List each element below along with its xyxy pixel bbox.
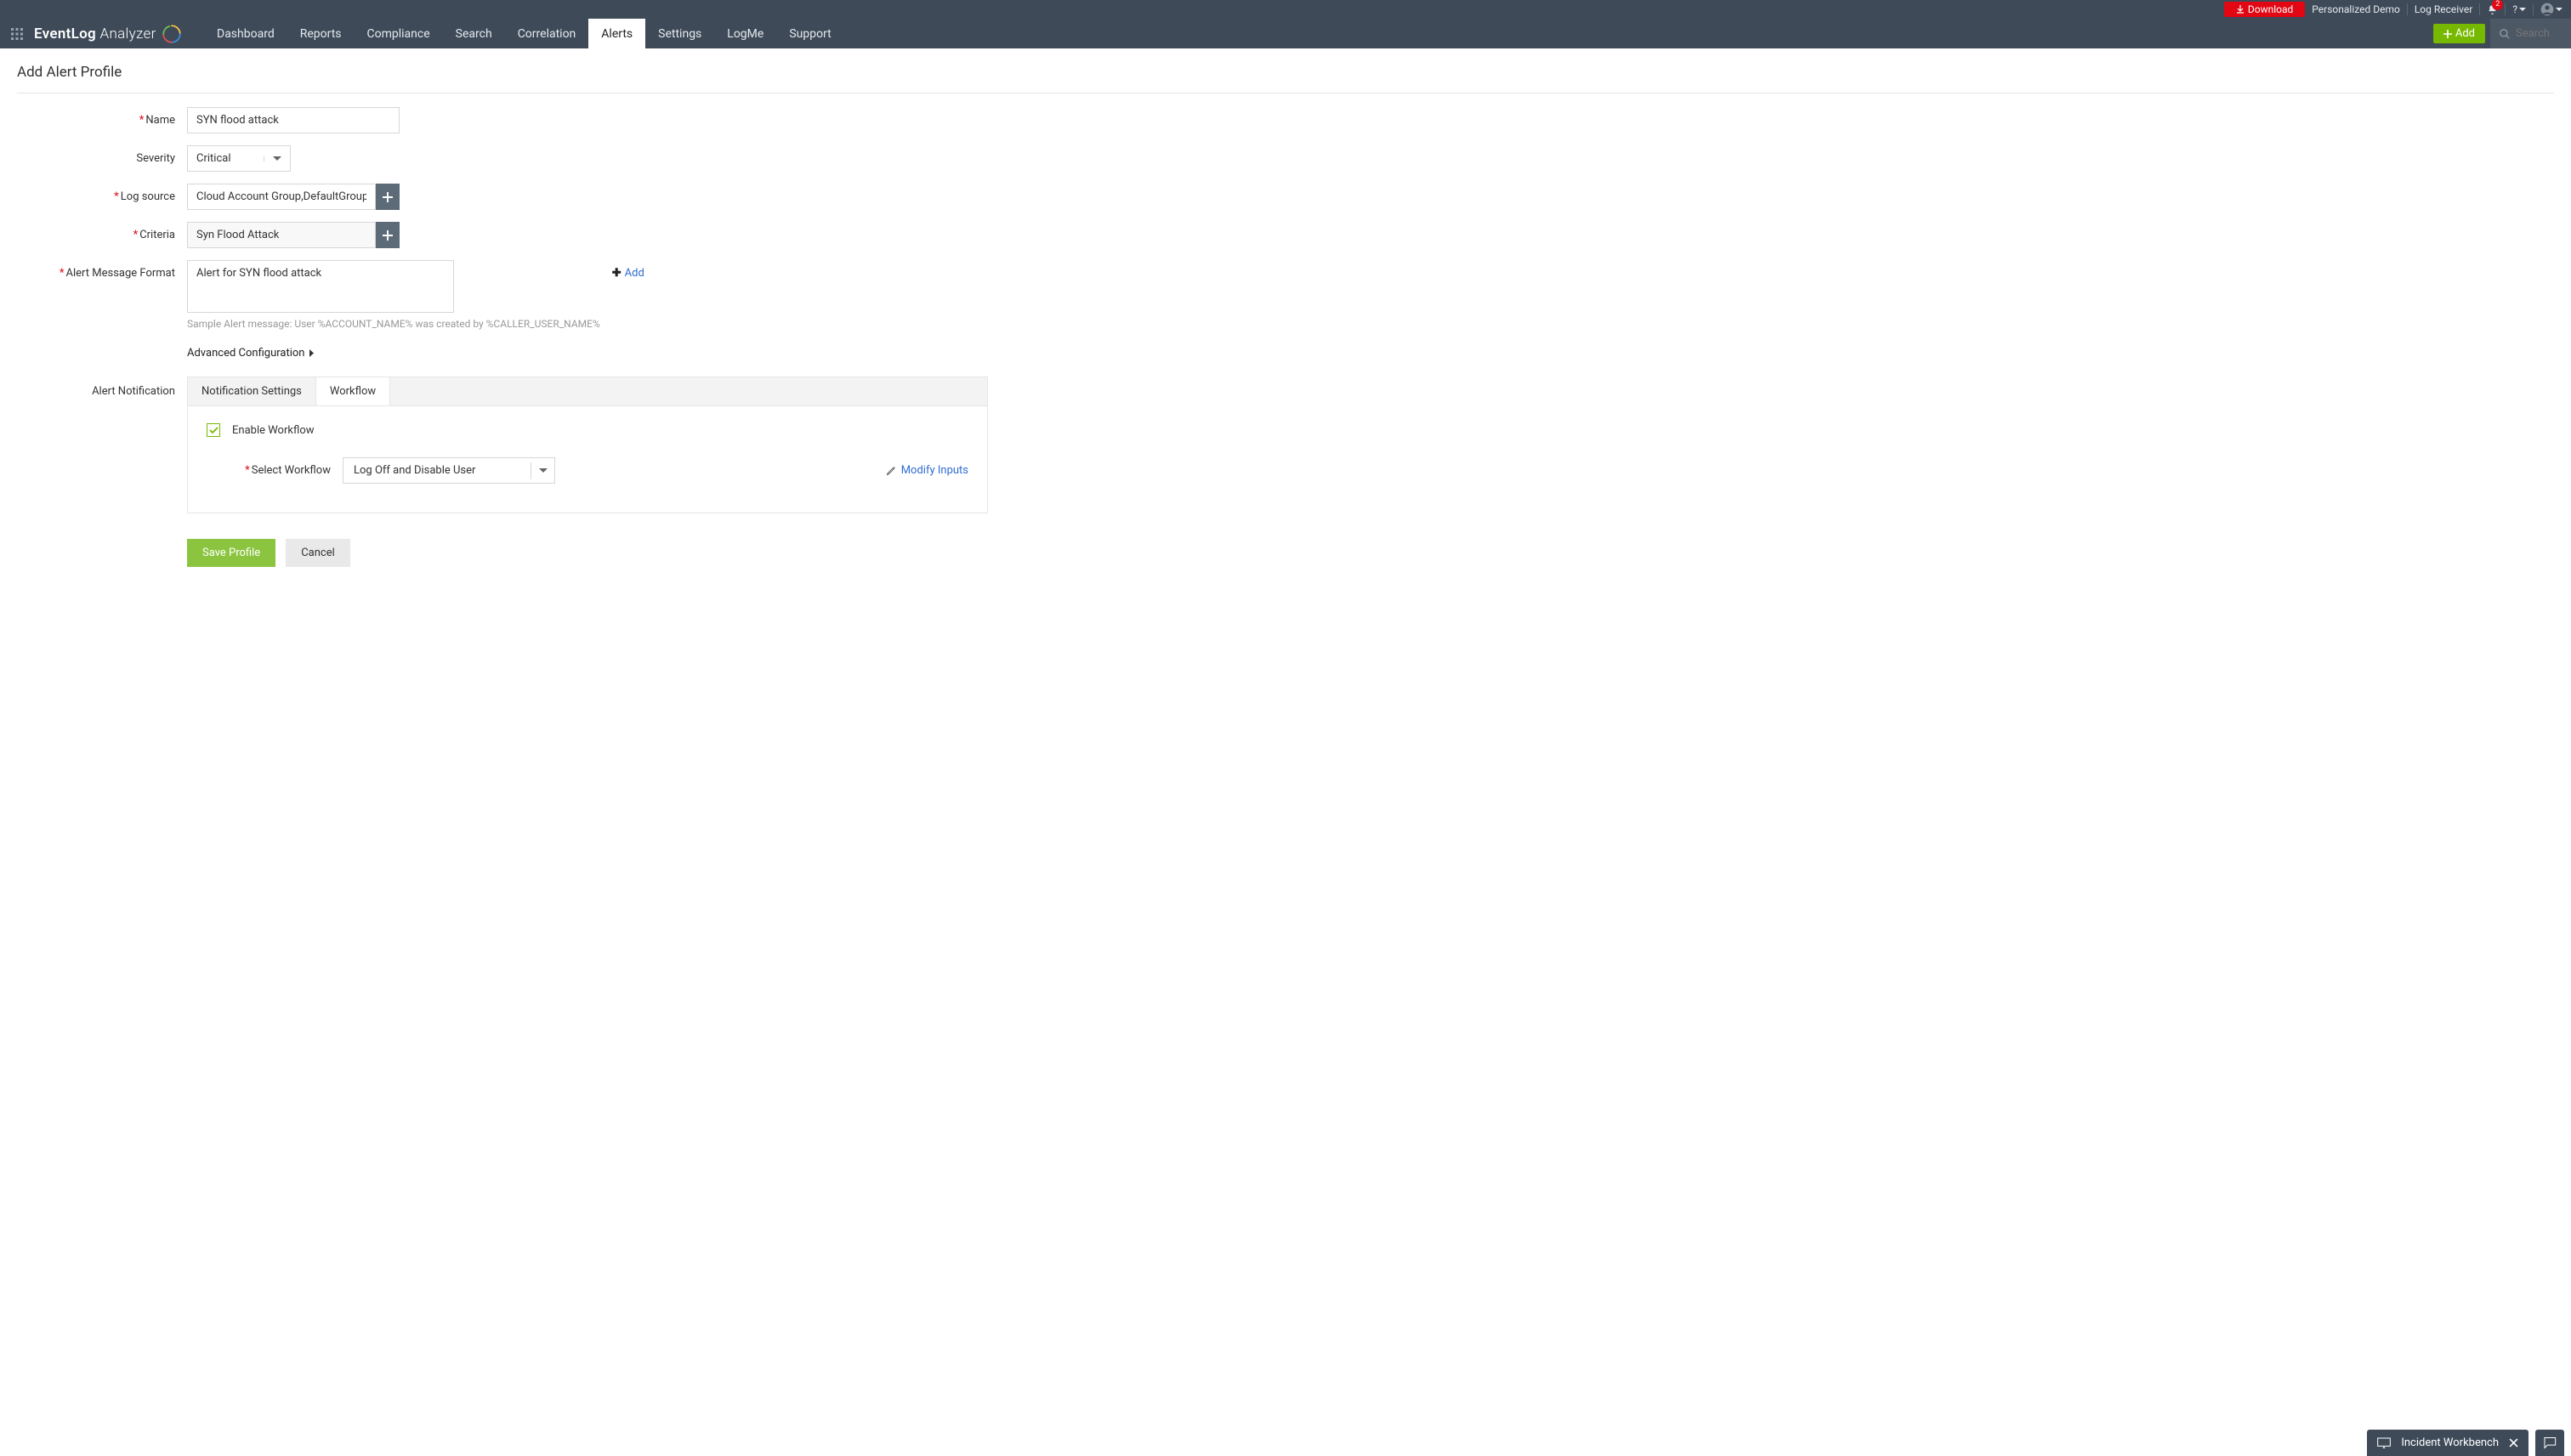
global-search[interactable]: [2490, 19, 2571, 48]
criteria-add-button[interactable]: [376, 222, 400, 248]
msgfmt-textarea[interactable]: [187, 260, 454, 313]
chevron-down-icon: [264, 156, 281, 161]
severity-label: Severity: [17, 145, 187, 165]
notifications-badge: 2: [2492, 0, 2503, 10]
download-button[interactable]: Download: [2224, 2, 2305, 17]
chevron-down-icon: [531, 462, 554, 479]
page-title: Add Alert Profile: [17, 64, 2554, 93]
nav-tab-search[interactable]: Search: [443, 19, 505, 48]
select-workflow-label: *Select Workflow: [207, 464, 343, 477]
separator: [2533, 3, 2534, 15]
download-label: Download: [2248, 3, 2293, 15]
chat-button[interactable]: [2535, 1430, 2564, 1456]
personalized-demo-link[interactable]: Personalized Demo: [2312, 3, 2400, 15]
severity-select[interactable]: Critical: [187, 145, 291, 172]
workbench-bar-container: Incident Workbench: [2367, 1430, 2564, 1456]
help-menu[interactable]: ?: [2512, 3, 2526, 15]
select-workflow-dropdown[interactable]: Log Off and Disable User: [343, 457, 555, 484]
advanced-config-label: Advanced Configuration: [187, 347, 304, 360]
nav-tab-correlation[interactable]: Correlation: [505, 19, 589, 48]
incident-workbench-label: Incident Workbench: [2401, 1436, 2499, 1449]
cancel-button[interactable]: Cancel: [286, 539, 350, 567]
plus-icon: [2443, 30, 2452, 38]
msgfmt-add-link[interactable]: ✚ Add: [612, 260, 644, 330]
apps-grid-button[interactable]: [0, 19, 34, 48]
modify-inputs-link[interactable]: Modify Inputs: [886, 464, 968, 477]
caret-down-icon: [2519, 8, 2526, 12]
global-search-input[interactable]: [2516, 27, 2562, 40]
brand-text-light: Analyzer: [100, 25, 156, 42]
incident-workbench-bar[interactable]: Incident Workbench: [2367, 1430, 2528, 1456]
tab-notification-settings[interactable]: Notification Settings: [188, 377, 316, 405]
advanced-config-toggle[interactable]: Advanced Configuration: [187, 347, 315, 360]
separator: [2479, 3, 2480, 15]
workflow-tab-body: Enable Workflow *Select Workflow Log Off…: [188, 406, 987, 513]
logo-swirl-icon: [160, 22, 184, 46]
logsource-label: *Log source: [17, 184, 187, 203]
apps-grid-icon: [10, 27, 24, 41]
name-input[interactable]: [187, 107, 400, 133]
msgfmt-label: *Alert Message Format: [17, 260, 187, 280]
criteria-input[interactable]: [187, 222, 376, 248]
workbench-icon: [2377, 1437, 2391, 1449]
main-nav: EventLog Analyzer Dashboard Reports Comp…: [0, 19, 2571, 48]
add-label: Add: [2455, 27, 2475, 40]
check-icon: [209, 427, 219, 434]
select-workflow-value: Log Off and Disable User: [343, 458, 531, 483]
brand-text: EventLog Analyzer: [34, 25, 156, 42]
nav-tab-dashboard[interactable]: Dashboard: [204, 19, 287, 48]
caret-down-icon: [2556, 8, 2562, 12]
nav-tab-alerts[interactable]: Alerts: [588, 19, 645, 48]
enable-workflow-checkbox[interactable]: [207, 423, 220, 437]
caret-right-icon: [309, 349, 315, 357]
plus-icon: [383, 192, 393, 202]
nav-tabs: Dashboard Reports Compliance Search Corr…: [204, 19, 844, 48]
nav-tab-logme[interactable]: LogMe: [714, 19, 776, 48]
chat-icon: [2543, 1436, 2557, 1449]
log-receiver-link[interactable]: Log Receiver: [2415, 3, 2473, 15]
save-profile-button[interactable]: Save Profile: [187, 539, 275, 567]
nav-tab-reports[interactable]: Reports: [287, 19, 355, 48]
logsource-input[interactable]: [187, 184, 376, 210]
page-content: Add Alert Profile *Name Severity Critica…: [0, 48, 2571, 594]
severity-value: Critical: [196, 152, 230, 165]
nav-tab-support[interactable]: Support: [776, 19, 843, 48]
search-icon: [2499, 28, 2511, 40]
brand-logo[interactable]: EventLog Analyzer: [34, 19, 204, 48]
user-menu[interactable]: [2540, 3, 2562, 16]
separator: [2505, 3, 2506, 15]
name-label: *Name: [17, 107, 187, 127]
close-icon[interactable]: [2509, 1438, 2518, 1448]
pencil-icon: [886, 466, 896, 476]
plus-icon: ✚: [612, 267, 621, 280]
plus-icon: [383, 230, 393, 241]
user-icon: [2540, 3, 2554, 16]
tab-workflow[interactable]: Workflow: [316, 377, 390, 405]
nav-tab-compliance[interactable]: Compliance: [355, 19, 443, 48]
nav-tab-settings[interactable]: Settings: [645, 19, 714, 48]
notification-panel: Notification Settings Workflow Enable Wo…: [187, 377, 988, 513]
utility-bar: Download Personalized Demo Log Receiver …: [0, 0, 2571, 19]
help-label: ?: [2512, 3, 2517, 15]
modify-inputs-label: Modify Inputs: [901, 464, 968, 477]
criteria-label: *Criteria: [17, 222, 187, 241]
add-link-label: Add: [625, 267, 644, 280]
msgfmt-hint: Sample Alert message: User %ACCOUNT_NAME…: [187, 318, 600, 330]
separator: [2407, 3, 2408, 15]
download-icon: [2236, 5, 2245, 14]
add-button[interactable]: Add: [2433, 24, 2485, 43]
alert-notification-label: Alert Notification: [17, 377, 187, 398]
alert-profile-form: *Name Severity Critical *Log source: [17, 107, 2554, 567]
notification-tabs: Notification Settings Workflow: [188, 377, 987, 406]
notifications-bell[interactable]: 2: [2487, 4, 2498, 15]
brand-text-bold: EventLog: [34, 25, 100, 42]
enable-workflow-label: Enable Workflow: [232, 424, 315, 437]
logsource-add-button[interactable]: [376, 184, 400, 210]
